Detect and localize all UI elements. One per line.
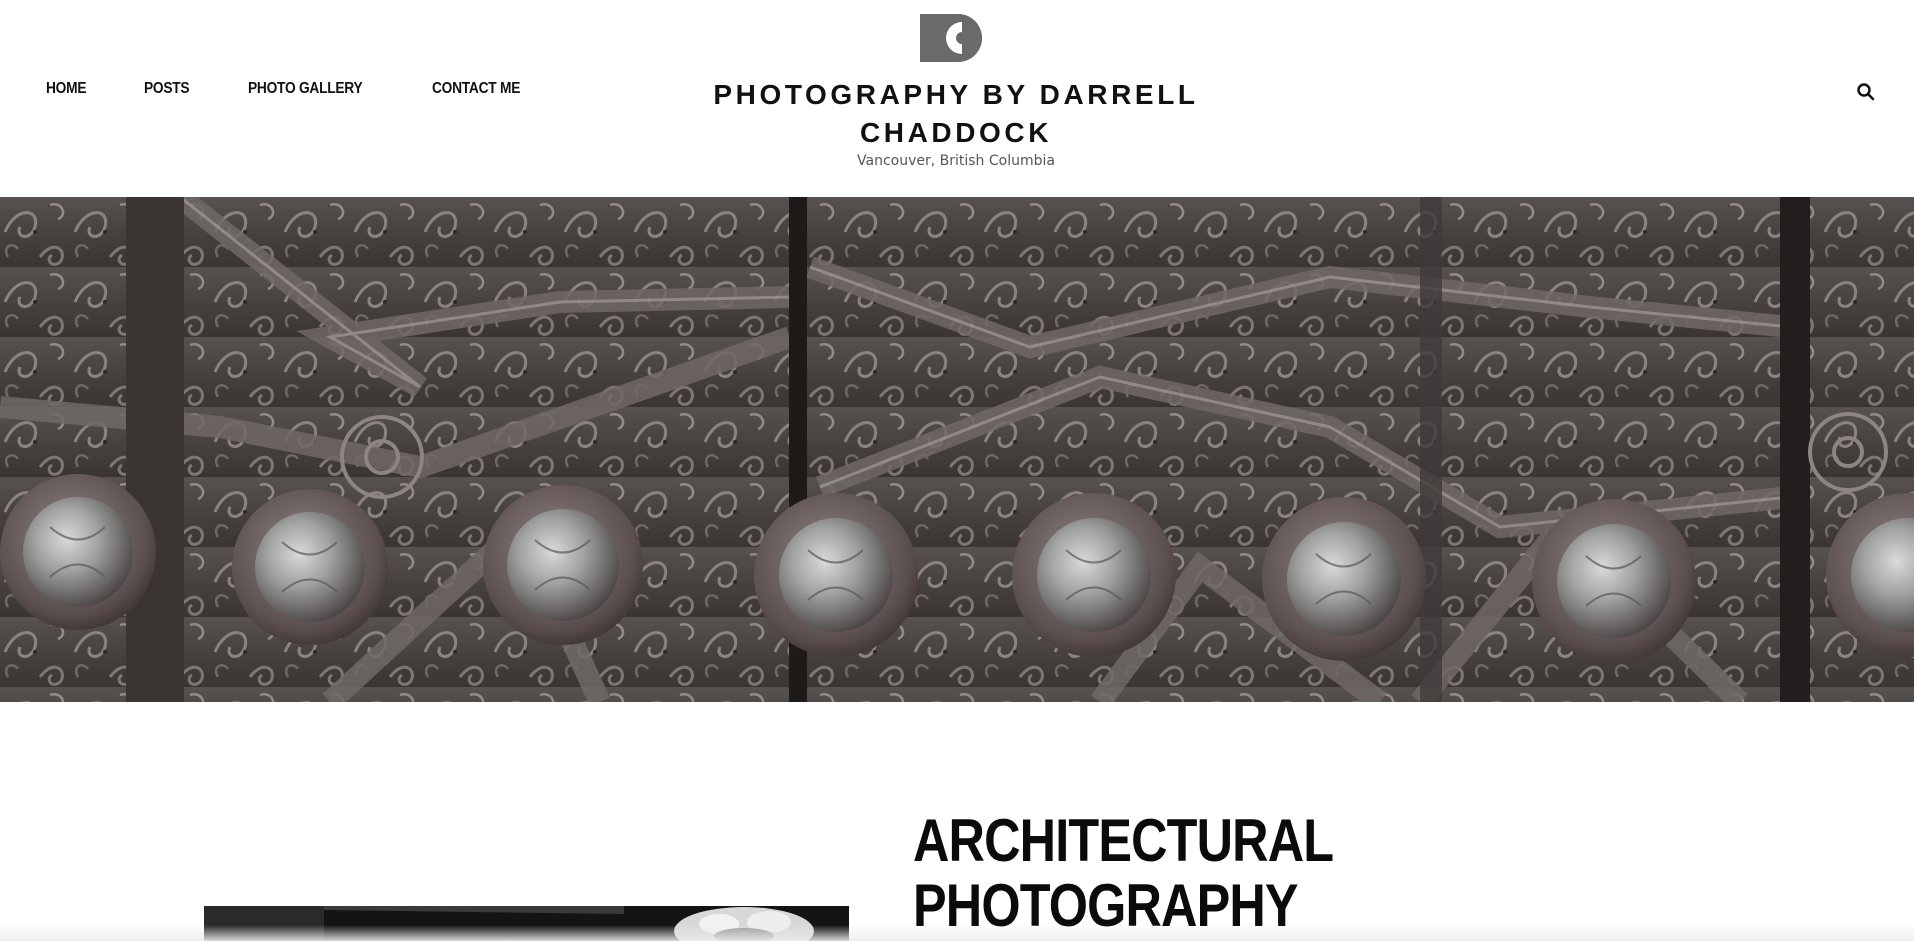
hero-image-carved-door xyxy=(0,197,1914,702)
section-title: ARCHITECTURAL PHOTOGRAPHY xyxy=(913,807,1334,938)
camera-lens-logo-icon[interactable] xyxy=(918,12,994,64)
search-icon[interactable] xyxy=(1856,82,1876,102)
site-header: HOME POSTS PHOTO GALLERY CONTACT ME PHOT… xyxy=(0,0,1914,197)
section-title-line-1: ARCHITECTURAL xyxy=(913,807,1334,874)
nav-contact-me-link[interactable]: CONTACT ME xyxy=(432,80,520,98)
main-navigation: HOME POSTS PHOTO GALLERY CONTACT ME xyxy=(46,80,534,98)
scroll-fade xyxy=(0,925,1914,941)
nav-posts-link[interactable]: POSTS xyxy=(144,80,190,98)
nav-home-link[interactable]: HOME xyxy=(46,80,87,98)
nav-photo-gallery-link[interactable]: PHOTO GALLERY xyxy=(248,80,363,98)
site-title[interactable]: PHOTOGRAPHY BY DARRELL CHADDOCK xyxy=(700,76,1212,152)
site-tagline: Vancouver, British Columbia xyxy=(857,153,1055,169)
